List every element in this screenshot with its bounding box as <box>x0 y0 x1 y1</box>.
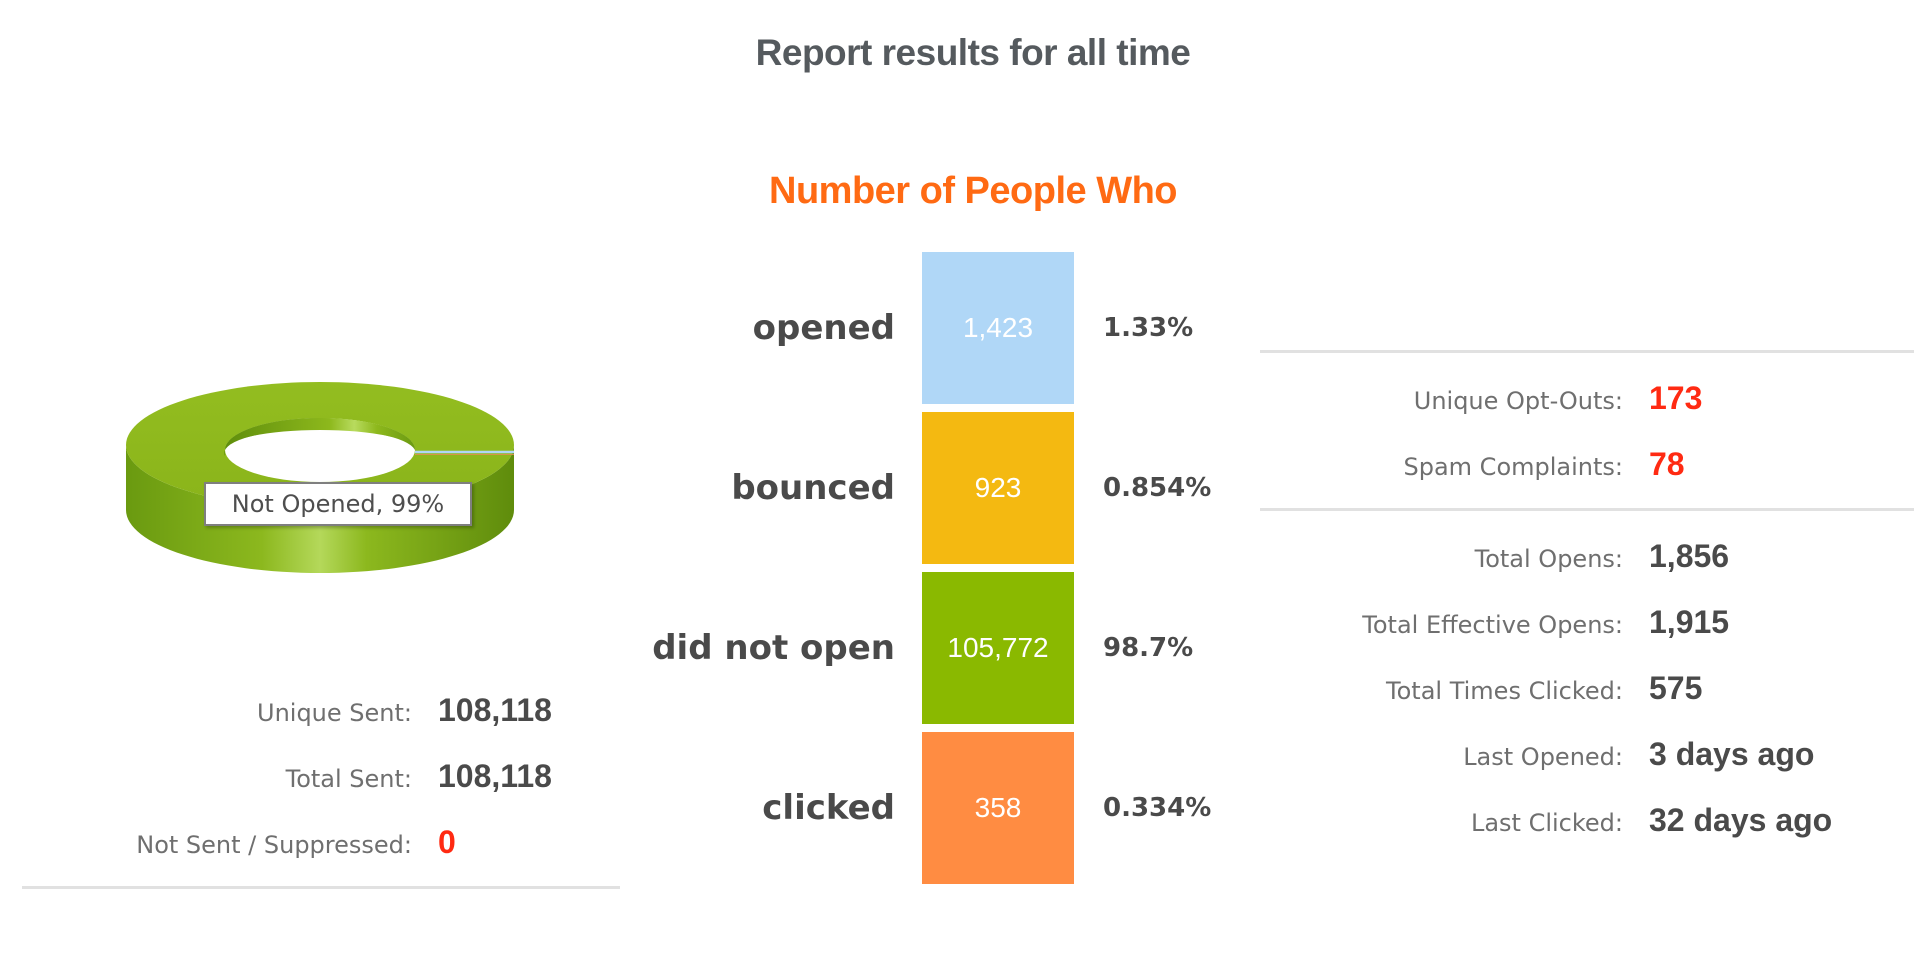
stat-value: 32 days ago <box>1649 802 1833 838</box>
stat-label: Last Clicked: <box>1470 809 1623 837</box>
stat-value: 575 <box>1649 670 1703 706</box>
funnel-bar-opened[interactable]: 1,423 <box>922 252 1074 404</box>
stat-total-opens: Total Opens: 1,856 <box>1250 538 1729 575</box>
stat-last-clicked: Last Clicked: 32 days ago <box>1250 802 1832 839</box>
stat-last-opened: Last Opened: 3 days ago <box>1250 736 1814 773</box>
stat-label: Total Times Clicked: <box>1386 677 1623 705</box>
funnel-bar-clicked[interactable]: 358 <box>922 732 1074 884</box>
funnel-percent: 0.334% <box>1103 793 1212 823</box>
funnel-title: Number of People Who <box>769 170 1178 212</box>
funnel-bar-did-not-open[interactable]: 105,772 <box>922 572 1074 724</box>
funnel-row-did-not-open: did not open <box>0 572 895 724</box>
stat-value: 173 <box>1649 380 1703 416</box>
stat-total-effective-opens: Total Effective Opens: 1,915 <box>1250 604 1729 641</box>
stat-label: Total Opens: <box>1474 545 1623 573</box>
report-title: Report results for all time <box>755 32 1191 73</box>
stat-label: Total Effective Opens: <box>1362 611 1623 639</box>
funnel-percent: 1.33% <box>1103 313 1194 343</box>
stat-value: 1,856 <box>1649 538 1730 574</box>
stat-value: 3 days ago <box>1649 736 1815 772</box>
divider <box>22 886 620 889</box>
funnel-row-bounced: bounced <box>0 412 895 564</box>
funnel-label: did not open <box>652 628 895 668</box>
stat-value: 78 <box>1649 446 1685 482</box>
stat-label: Unique Opt-Outs: <box>1413 387 1623 415</box>
stat-total-times-clicked: Total Times Clicked: 575 <box>1250 670 1702 707</box>
divider <box>1260 350 1914 353</box>
stat-label: Last Opened: <box>1463 743 1623 771</box>
funnel-label: clicked <box>762 788 895 828</box>
funnel-label: bounced <box>731 468 895 508</box>
funnel-percent: 98.7% <box>1103 633 1194 663</box>
stat-unique-opt-outs: Unique Opt-Outs: 173 <box>1250 380 1703 417</box>
funnel-percent: 0.854% <box>1103 473 1212 503</box>
stat-spam-complaints: Spam Complaints: 78 <box>1250 446 1685 483</box>
stat-label: Spam Complaints: <box>1403 453 1624 481</box>
funnel-label: opened <box>752 308 895 348</box>
funnel-row-clicked: clicked <box>0 732 895 884</box>
funnel-bar-bounced[interactable]: 923 <box>922 412 1074 564</box>
divider <box>1260 508 1914 511</box>
stat-value: 1,915 <box>1649 604 1730 640</box>
funnel-row-opened: opened <box>0 252 895 404</box>
